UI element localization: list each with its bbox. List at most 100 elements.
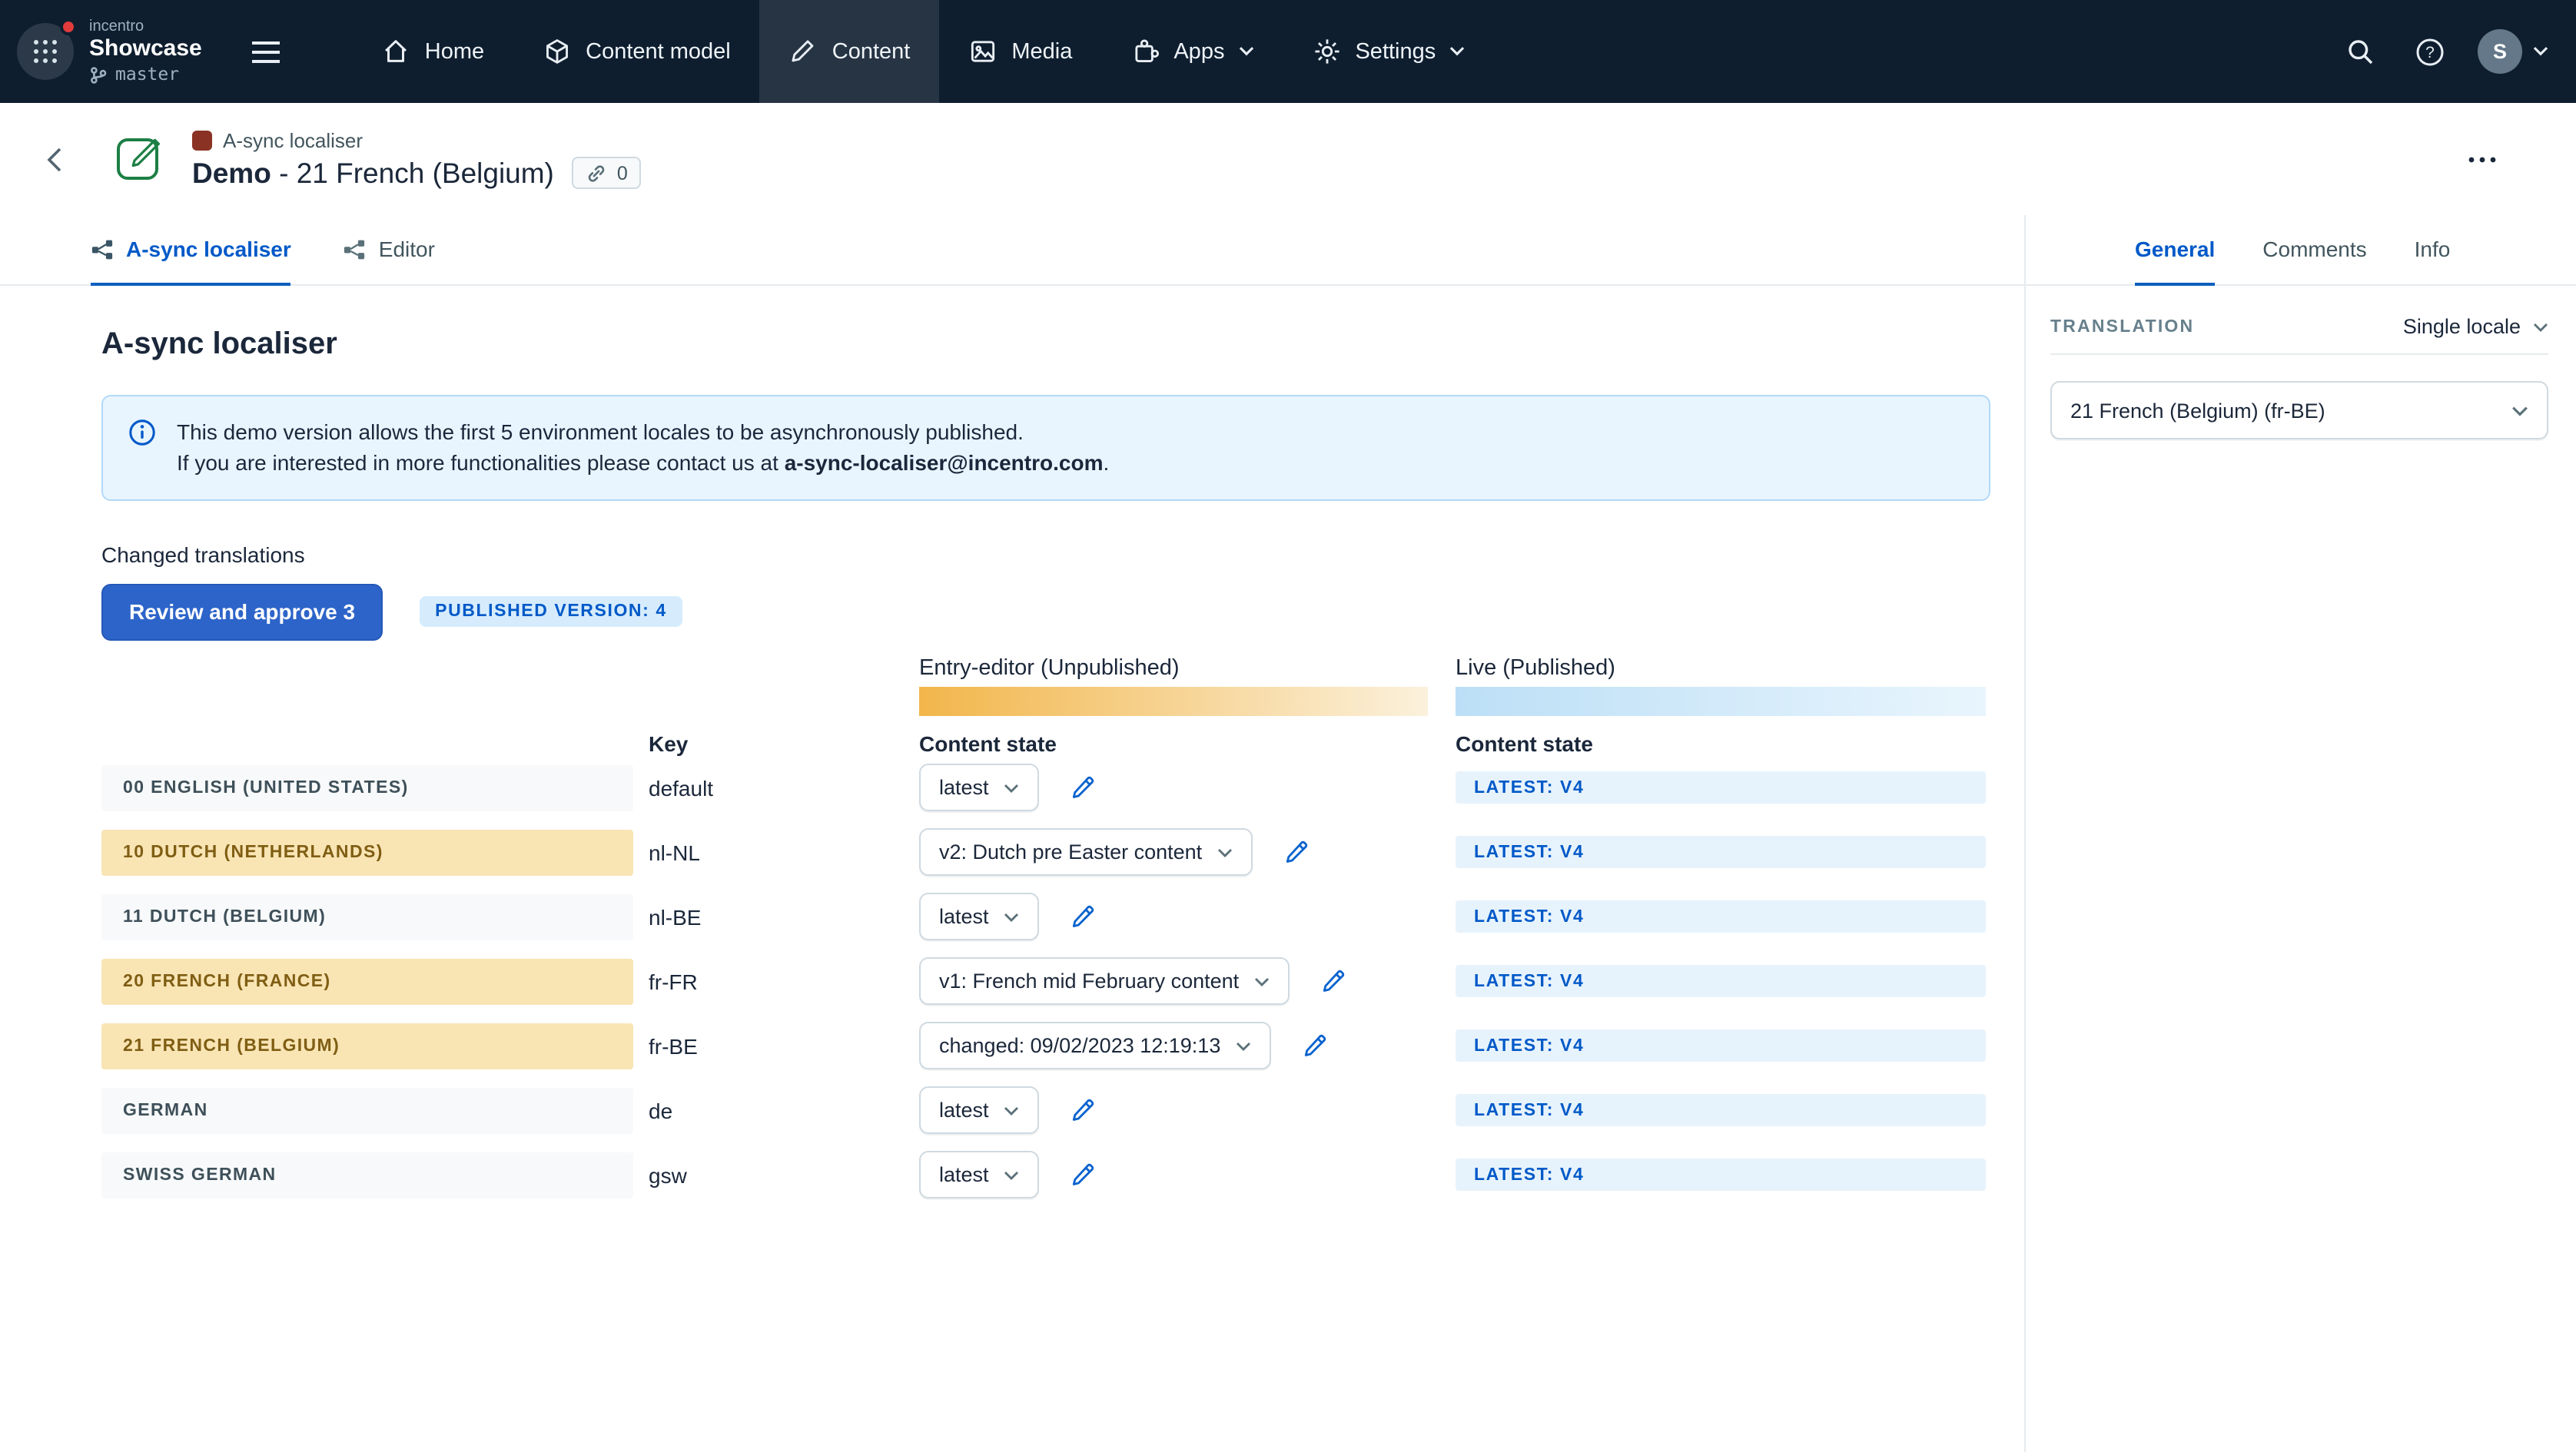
live-version-badge: LATEST: V4 [1456, 1159, 1986, 1192]
note-email: a-sync-localiser@incentro.com [784, 450, 1104, 476]
org-label: incentro [89, 18, 144, 35]
menu-button[interactable] [251, 39, 282, 64]
tab-comments[interactable]: Comments [2262, 215, 2366, 286]
group-header-live: Live (Published) [1456, 655, 1615, 681]
note-text: This demo version allows the first 5 env… [177, 416, 1109, 479]
edit-button[interactable] [1067, 901, 1098, 932]
edit-button[interactable] [1067, 1095, 1098, 1125]
entry-state-cell: changed: 09/02/2023 12:19:13 [919, 1022, 1456, 1070]
environment-name: master [115, 63, 180, 85]
review-approve-button[interactable]: Review and approve 3 [101, 583, 383, 641]
content-state-select[interactable]: v1: French mid February content [919, 957, 1290, 1006]
changed-translations-label: Changed translations [101, 542, 305, 567]
locale-key: fr-BE [649, 1033, 698, 1059]
apps-grid-button[interactable] [17, 18, 77, 80]
edit-button[interactable] [1067, 772, 1098, 803]
table-row: SWISS GERMAN gsw latest LATEST: V4 [101, 1142, 2024, 1207]
table-row: 20 FRENCH (FRANCE) fr-FR v1: French mid … [101, 949, 2024, 1013]
nav-item-content[interactable]: Content [759, 0, 940, 103]
pencil-icon [1072, 1099, 1094, 1122]
account-menu-button[interactable]: S [2471, 29, 2554, 74]
table-row: 11 DUTCH (BELGIUM) nl-BE latest LATEST: … [101, 884, 2024, 949]
nav-label-content-model: Content model [586, 39, 731, 64]
column-header-key: Key [649, 731, 689, 756]
chevron-down-icon [1004, 1106, 1019, 1116]
content-state-select[interactable]: changed: 09/02/2023 12:19:13 [919, 1022, 1272, 1070]
live-version-badge: LATEST: V4 [1456, 836, 1986, 869]
help-button[interactable]: ? [2401, 22, 2459, 81]
app-root: incentro Showcase master Home Content mo… [0, 0, 2576, 1452]
chevron-down-icon [1450, 47, 1465, 56]
nav-left: incentro Showcase master [17, 0, 282, 103]
chevron-down-icon [1004, 784, 1019, 793]
links-count-chip[interactable]: 0 [572, 157, 642, 189]
translation-mode-select[interactable]: Single locale [2403, 315, 2548, 338]
nav-item-apps[interactable]: Apps [1101, 0, 1283, 103]
content-state-select[interactable]: latest [919, 1151, 1040, 1199]
more-actions-button[interactable] [2459, 141, 2505, 177]
info-note: This demo version allows the first 5 env… [101, 395, 1990, 501]
content-state-value: latest [939, 1099, 989, 1122]
sidebar-divider [2050, 353, 2548, 355]
content-state-select[interactable]: latest [919, 1086, 1040, 1135]
locale-key: nl-BE [649, 904, 702, 930]
nav-item-settings[interactable]: Settings [1283, 0, 1494, 103]
tab-info[interactable]: Info [2415, 215, 2451, 286]
entry-state-cell: v2: Dutch pre Easter content [919, 828, 1456, 877]
chevron-down-icon [1255, 977, 1270, 986]
edit-button[interactable] [1299, 1030, 1329, 1061]
tab-general[interactable]: General [2135, 215, 2216, 286]
grid-icon [34, 40, 57, 63]
home-icon [385, 40, 407, 62]
chevron-down-icon [1237, 1042, 1251, 1051]
locale-label: SWISS GERMAN [101, 1152, 633, 1198]
chevron-down-icon [1004, 913, 1019, 922]
entry-tabs: A-sync localiser Editor [0, 215, 2024, 286]
search-button[interactable] [2330, 22, 2388, 81]
more-dots-icon [2468, 156, 2496, 162]
chevron-down-icon [2534, 323, 2548, 331]
published-version-badge: PUBLISHED VERSION: 4 [420, 596, 682, 628]
note-line2-prefix: If you are interested in more functional… [177, 450, 785, 476]
live-state-cell: LATEST: V4 [1456, 900, 1986, 933]
locale-label: 21 FRENCH (BELGIUM) [101, 1023, 633, 1069]
locale-select-value: 21 French (Belgium) (fr-BE) [2070, 399, 2325, 422]
info-icon [129, 419, 155, 446]
live-state-cell: LATEST: V4 [1456, 836, 1986, 869]
chevron-left-icon [46, 147, 61, 171]
content-state-value: v1: French mid February content [939, 970, 1240, 993]
nav-item-content-model[interactable]: Content model [513, 0, 760, 103]
live-version-badge: LATEST: V4 [1456, 900, 1986, 933]
table-row: 10 DUTCH (NETHERLANDS) nl-NL v2: Dutch p… [101, 820, 2024, 884]
locale-label: 00 ENGLISH (UNITED STATES) [101, 764, 633, 811]
locale-select[interactable]: 21 French (Belgium) (fr-BE) [2050, 381, 2548, 439]
nav-label-content: Content [832, 39, 911, 64]
edit-button[interactable] [1067, 1159, 1098, 1190]
locale-key: default [649, 775, 714, 801]
content-state-select[interactable]: latest [919, 764, 1040, 812]
live-state-cell: LATEST: V4 [1456, 1029, 1986, 1062]
nav-label-apps: Apps [1173, 39, 1225, 64]
tab-label-general: General [2135, 237, 2216, 261]
content-state-select[interactable]: latest [919, 893, 1040, 941]
search-icon [2348, 40, 2372, 65]
edit-button[interactable] [1317, 966, 1348, 996]
tab-bar: A-sync localiser Editor General Comments… [0, 215, 2576, 286]
settings-icon [1314, 39, 1339, 64]
back-button[interactable] [34, 134, 74, 184]
nav-item-media[interactable]: Media [939, 0, 1101, 103]
entry-title-name: Demo [192, 156, 271, 188]
translation-label: TRANSLATION [2050, 317, 2195, 336]
chevron-down-icon [2533, 47, 2548, 56]
chevron-down-icon [1004, 1171, 1019, 1180]
network-icon [91, 239, 113, 259]
top-nav: incentro Showcase master Home Content mo… [0, 0, 2576, 103]
tab-editor[interactable]: Editor [344, 215, 435, 286]
tab-async-localiser[interactable]: A-sync localiser [91, 215, 291, 286]
edit-button[interactable] [1280, 837, 1311, 867]
entry-gradient-bar [919, 686, 1428, 716]
nav-item-home[interactable]: Home [353, 0, 513, 103]
pencil-icon [1286, 840, 1307, 864]
live-state-cell: LATEST: V4 [1456, 965, 1986, 998]
content-state-select[interactable]: v2: Dutch pre Easter content [919, 828, 1253, 877]
